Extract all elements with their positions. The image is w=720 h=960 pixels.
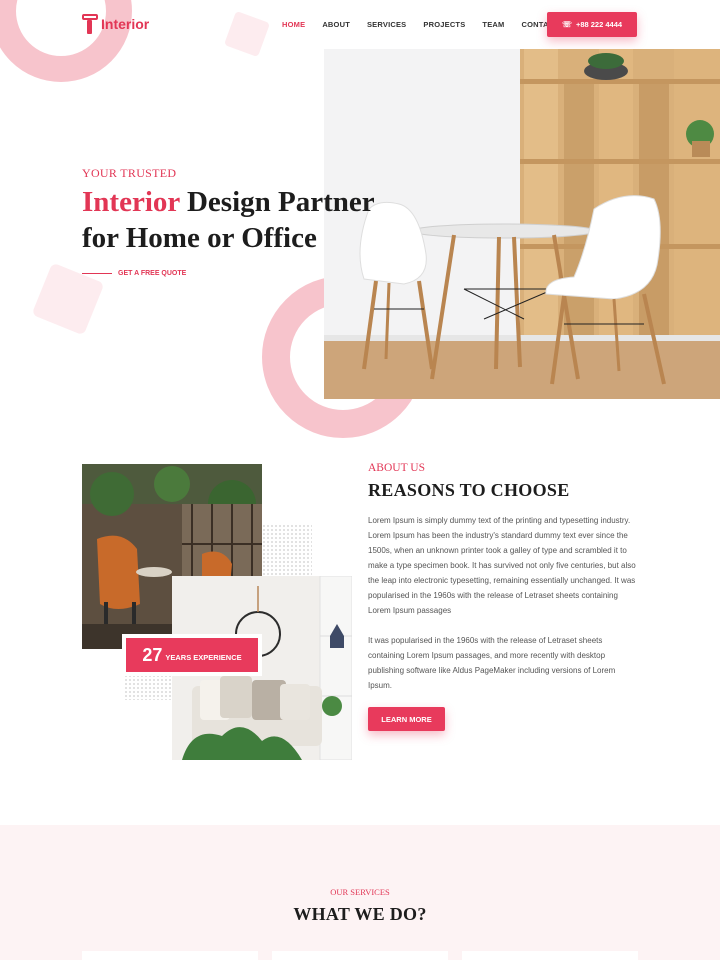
services-title: WHAT WE DO?: [293, 904, 427, 924]
service-card[interactable]: [82, 951, 258, 960]
nav-item-home[interactable]: HOME: [282, 20, 305, 29]
nav-item-projects[interactable]: PROJECTS: [423, 20, 465, 29]
decorative-square-top: [223, 10, 271, 58]
nav-item-services[interactable]: SERVICES: [367, 20, 406, 29]
decorative-dots-lower: [124, 674, 172, 700]
hero-title-accent: Interior: [82, 186, 180, 218]
about-kicker: ABOUT US: [368, 462, 425, 474]
experience-label: YEARS EXPERIENCE: [165, 653, 242, 662]
decorative-ring-top: [0, 0, 132, 82]
phone-number: +88 222 4444: [575, 20, 623, 29]
nav-item-about[interactable]: ABOUT: [322, 20, 350, 29]
get-quote-label: GET A FREE QUOTE: [118, 270, 187, 277]
brand-logo[interactable]: Interior: [82, 14, 149, 34]
hero-title-line1: Design Partner: [179, 186, 375, 218]
experience-badge: 27 YEARS EXPERIENCE: [122, 634, 262, 676]
decorative-dots: [262, 524, 312, 576]
hero-kicker: YOUR TRUSTED: [82, 166, 177, 180]
hero-title: Interior Design Partner for Home or Offi…: [82, 184, 422, 256]
phone-button[interactable]: ☏ +88 222 4444: [547, 12, 637, 37]
about-paragraph-1: Lorem Ipsum is simply dummy text of the …: [368, 516, 636, 615]
main-nav: HOME ABOUT SERVICES PROJECTS TEAM CONTAC…: [282, 20, 576, 29]
paint-roller-icon: [82, 14, 98, 34]
nav-item-team[interactable]: TEAM: [482, 20, 504, 29]
hero-title-line2: for Home or Office: [82, 222, 317, 254]
quote-link-line: [82, 272, 112, 275]
brand-name: Interior: [101, 16, 150, 32]
service-card[interactable]: [272, 951, 448, 960]
get-quote-link[interactable]: GET A FREE QUOTE: [82, 270, 186, 277]
about-paragraph-2: It was popularised in the 1960s with the…: [368, 636, 616, 690]
learn-more-button[interactable]: LEARN MORE: [368, 707, 445, 731]
phone-icon: ☏: [561, 20, 572, 29]
experience-number: 27: [142, 644, 163, 665]
service-card[interactable]: [462, 951, 638, 960]
about-title: REASONS TO CHOOSE: [368, 480, 570, 500]
services-kicker: OUR SERVICES: [330, 887, 390, 897]
